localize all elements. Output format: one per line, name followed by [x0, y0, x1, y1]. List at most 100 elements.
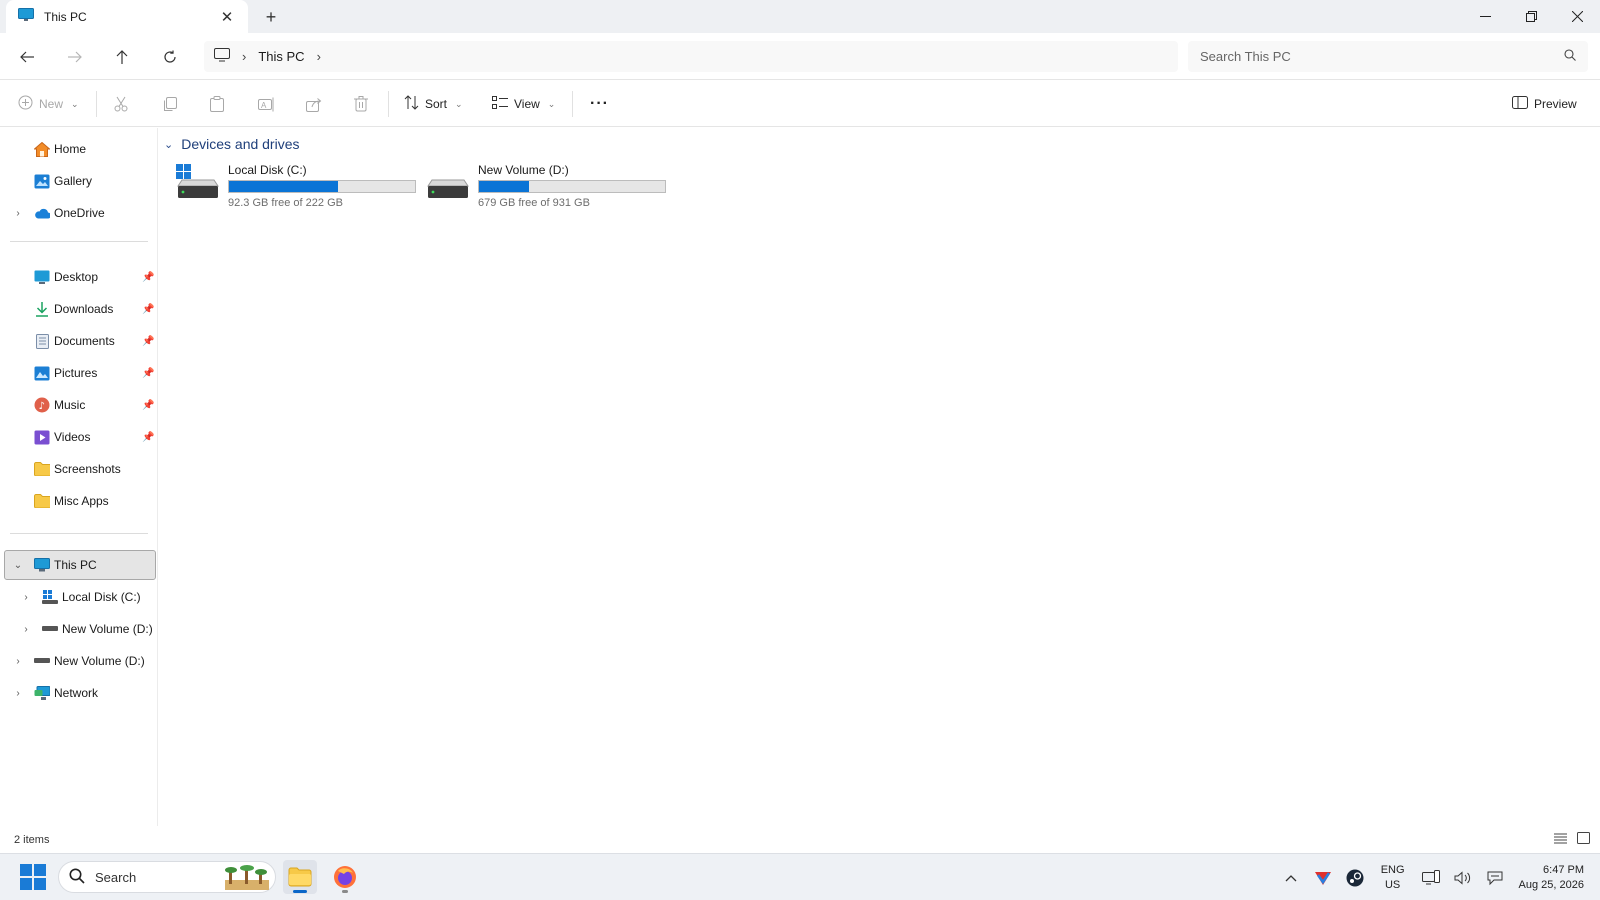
- notifications-icon[interactable]: [1483, 866, 1507, 890]
- chevron-right-icon[interactable]: ›: [317, 49, 321, 64]
- search-icon[interactable]: [1564, 49, 1576, 64]
- taskbar-file-explorer[interactable]: [283, 860, 317, 894]
- status-bar: 2 items: [0, 826, 1600, 853]
- rename-icon[interactable]: A: [258, 90, 274, 118]
- system-tray: ENG US 6:47 PM Aug 25, 2026: [1275, 854, 1600, 900]
- sidebar-item-onedrive[interactable]: › OneDrive: [4, 198, 156, 228]
- more-options-icon[interactable]: ···: [590, 90, 609, 118]
- preview-button[interactable]: Preview: [1512, 90, 1577, 118]
- item-count: 2 items: [14, 833, 50, 846]
- paste-icon[interactable]: [210, 90, 224, 118]
- new-tab-button[interactable]: +: [258, 5, 284, 29]
- chevron-right-icon[interactable]: ›: [12, 688, 24, 699]
- chevron-down-icon: ⌄: [547, 98, 556, 109]
- close-window-icon[interactable]: [1554, 0, 1600, 33]
- sidebar-item-desktop[interactable]: Desktop 📌: [4, 262, 156, 292]
- sidebar-item-new-volume-d[interactable]: › New Volume (D:): [4, 646, 156, 676]
- plus-circle-icon: [18, 95, 33, 113]
- pin-icon[interactable]: 📌: [142, 432, 154, 443]
- sidebar-item-this-pc[interactable]: ⌄ This PC: [4, 550, 156, 580]
- system-clock[interactable]: 6:47 PM Aug 25, 2026: [1519, 863, 1584, 893]
- taskbar-search-label: Search: [95, 869, 137, 885]
- chevron-down-icon[interactable]: ⌄: [12, 560, 24, 571]
- network-status-icon[interactable]: [1419, 866, 1443, 890]
- sidebar-item-screenshots[interactable]: Screenshots: [4, 454, 156, 484]
- sidebar-item-misc-apps[interactable]: Misc Apps: [4, 486, 156, 516]
- active-app-indicator: [293, 890, 307, 893]
- svg-text:A: A: [261, 101, 267, 110]
- drive-usage-fill: [479, 181, 530, 192]
- share-icon[interactable]: [306, 90, 322, 118]
- antivirus-icon[interactable]: [1311, 866, 1335, 890]
- new-button[interactable]: New ⌄: [18, 90, 79, 118]
- drive-icon: [42, 621, 58, 637]
- windows-logo-icon: [20, 864, 46, 890]
- svg-text:♪: ♪: [39, 401, 45, 412]
- sort-label: Sort: [425, 97, 448, 111]
- sidebar-item-gallery[interactable]: Gallery: [4, 166, 156, 196]
- navigation-pane: Home Gallery › OneDrive Desktop 📌 Downlo…: [0, 128, 158, 826]
- restore-icon[interactable]: [1508, 0, 1554, 33]
- windows-drive-icon: [176, 164, 220, 204]
- new-label: New: [39, 97, 64, 111]
- documents-icon: [34, 333, 50, 349]
- desktop-folder-icon: [34, 269, 50, 285]
- start-button[interactable]: [20, 864, 46, 890]
- pin-icon[interactable]: 📌: [142, 368, 154, 379]
- sidebar-item-pictures[interactable]: Pictures 📌: [4, 358, 156, 388]
- forward-icon[interactable]: [60, 42, 90, 72]
- group-header-devices-and-drives[interactable]: ⌄ Devices and drives: [164, 136, 300, 152]
- drive-name: Local Disk (C:): [228, 163, 307, 177]
- search-box[interactable]: [1188, 41, 1588, 72]
- chevron-right-icon[interactable]: ›: [20, 624, 32, 635]
- view-button[interactable]: View ⌄: [492, 90, 555, 118]
- search-input[interactable]: [1200, 49, 1564, 64]
- pin-icon[interactable]: 📌: [142, 272, 154, 283]
- pin-icon[interactable]: 📌: [142, 304, 154, 315]
- breadcrumb-this-pc[interactable]: This PC: [258, 49, 304, 64]
- large-icons-view-icon[interactable]: [1577, 832, 1590, 847]
- volume-icon[interactable]: [1451, 866, 1475, 890]
- search-highlight-image: [225, 864, 269, 890]
- chevron-right-icon[interactable]: ›: [242, 49, 246, 64]
- steam-icon[interactable]: [1343, 866, 1367, 890]
- drive-usage-bar: [478, 180, 666, 193]
- chevron-right-icon[interactable]: ›: [12, 656, 24, 667]
- minimize-icon[interactable]: [1462, 0, 1508, 33]
- input-language[interactable]: ENG US: [1381, 863, 1405, 893]
- chevron-down-icon: ⌄: [71, 98, 79, 109]
- sort-button[interactable]: Sort ⌄: [404, 90, 463, 118]
- close-tab-icon[interactable]: ✕: [216, 6, 238, 28]
- taskbar-search[interactable]: Search: [58, 861, 276, 893]
- refresh-icon[interactable]: [155, 42, 185, 72]
- sidebar-item-new-volume-d-nested[interactable]: › New Volume (D:): [4, 614, 156, 644]
- tab-this-pc[interactable]: This PC ✕: [6, 0, 248, 33]
- sidebar-item-network[interactable]: › Network: [4, 678, 156, 708]
- sidebar-item-downloads[interactable]: Downloads 📌: [4, 294, 156, 324]
- copy-icon[interactable]: [162, 90, 177, 118]
- drive-free-space: 679 GB free of 931 GB: [478, 197, 590, 209]
- pin-icon[interactable]: 📌: [142, 336, 154, 347]
- taskbar-firefox[interactable]: [328, 860, 362, 894]
- sidebar-item-home[interactable]: Home: [4, 134, 156, 164]
- drive-tile-d[interactable]: New Volume (D:) 679 GB free of 931 GB: [426, 162, 676, 212]
- sidebar-item-documents[interactable]: Documents 📌: [4, 326, 156, 356]
- chevron-right-icon[interactable]: ›: [20, 592, 32, 603]
- breadcrumb[interactable]: › This PC ›: [204, 41, 1178, 72]
- chevron-right-icon[interactable]: ›: [12, 208, 24, 219]
- pin-icon[interactable]: 📌: [142, 400, 154, 411]
- chevron-up-icon[interactable]: [1279, 866, 1303, 890]
- details-view-icon[interactable]: [1554, 832, 1567, 847]
- back-icon[interactable]: [12, 42, 42, 72]
- drive-tile-c[interactable]: Local Disk (C:) 92.3 GB free of 222 GB: [176, 162, 426, 212]
- delete-icon[interactable]: [354, 90, 368, 118]
- up-icon[interactable]: [107, 42, 137, 72]
- folder-icon: [34, 461, 50, 477]
- sidebar-item-videos[interactable]: Videos 📌: [4, 422, 156, 452]
- drive-usage-fill: [229, 181, 338, 192]
- sidebar-item-music[interactable]: ♪ Music 📌: [4, 390, 156, 420]
- chevron-down-icon[interactable]: ⌄: [164, 138, 173, 151]
- taskbar: Search ENG US 6:47 PM Aug 25, 2026: [0, 853, 1600, 900]
- sidebar-item-local-disk-c[interactable]: › Local Disk (C:): [4, 582, 156, 612]
- cut-icon[interactable]: [114, 90, 128, 118]
